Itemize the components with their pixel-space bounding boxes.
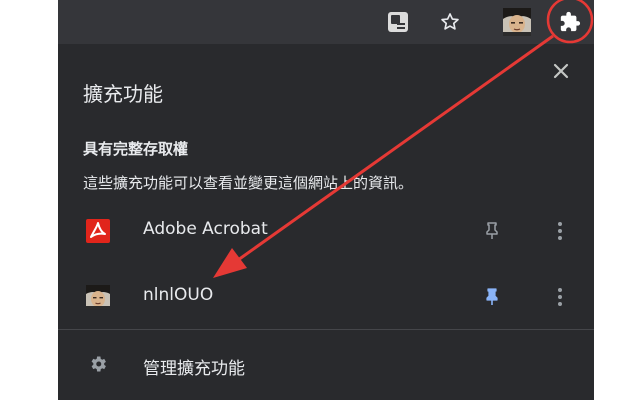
panel-title: 擴充功能 (83, 82, 163, 106)
extension-row-adobe-acrobat[interactable]: Adobe Acrobat (58, 206, 594, 258)
pin-button[interactable] (478, 216, 506, 246)
more-options-button[interactable] (548, 282, 572, 312)
more-vert-icon (558, 288, 562, 306)
extensions-puzzle-icon (560, 11, 581, 32)
translate-button[interactable] (382, 6, 414, 38)
pin-icon (486, 222, 498, 239)
more-vert-icon (558, 222, 562, 240)
gear-icon (91, 356, 106, 372)
browser-toolbar (58, 0, 594, 44)
bookmark-star-button[interactable] (434, 6, 466, 38)
extension-name: nlnlOUO (143, 285, 214, 305)
translate-icon (388, 12, 408, 32)
extensions-panel: 擴充功能 具有完整存取權 這些擴充功能可以查看並變更這個網站上的資訊。 Adob… (58, 44, 594, 400)
close-icon (553, 63, 569, 79)
divider (58, 329, 594, 330)
pin-filled-icon (486, 288, 498, 305)
screenshot-stage: 擴充功能 具有完整存取權 這些擴充功能可以查看並變更這個網站上的資訊。 Adob… (0, 0, 640, 400)
pin-button-active[interactable] (478, 282, 506, 312)
star-icon (441, 13, 459, 30)
manage-extensions-label: 管理擴充功能 (143, 359, 245, 379)
extension-name: Adobe Acrobat (143, 219, 268, 239)
close-button[interactable] (550, 60, 572, 82)
section-description: 這些擴充功能可以查看並變更這個網站上的資訊。 (83, 174, 414, 192)
nlnlouo-avatar-icon (86, 285, 110, 309)
extension-row-nlnlouo[interactable]: nlnlOUO (58, 272, 594, 324)
profile-button[interactable] (501, 6, 533, 38)
profile-avatar (503, 8, 531, 36)
manage-extensions-button[interactable]: 管理擴充功能 (58, 342, 594, 388)
extensions-button[interactable] (554, 6, 586, 38)
section-title: 具有完整存取權 (83, 140, 189, 158)
more-options-button[interactable] (548, 216, 572, 246)
adobe-acrobat-icon (86, 219, 110, 243)
